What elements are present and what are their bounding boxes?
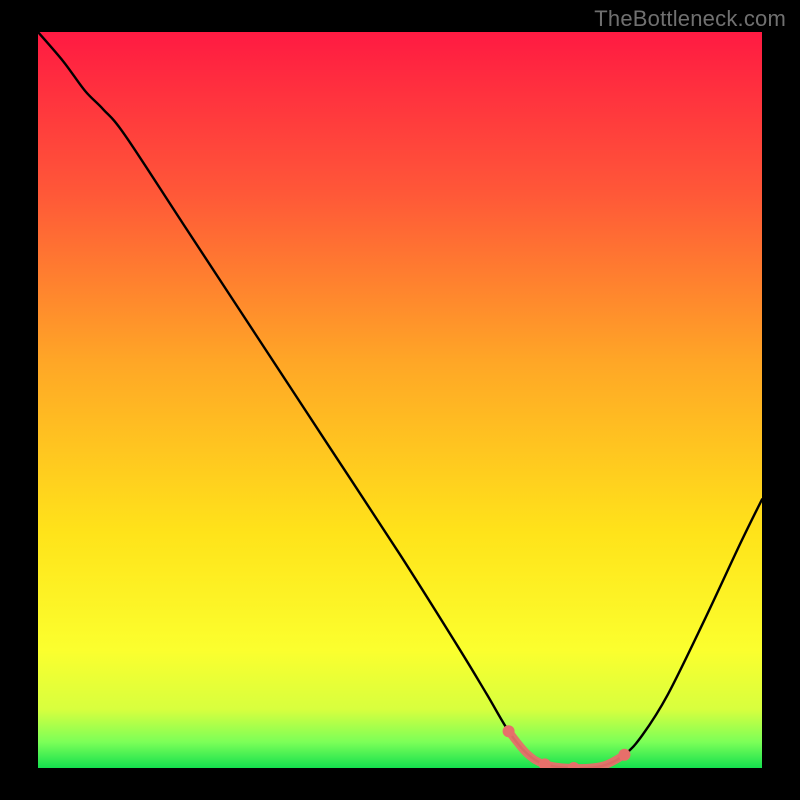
watermark-text: TheBottleneck.com [594, 6, 786, 32]
plot-background [38, 32, 762, 768]
accent-dot [503, 725, 515, 737]
accent-dot [539, 758, 551, 770]
accent-dot [618, 749, 630, 761]
chart-frame: TheBottleneck.com [0, 0, 800, 800]
accent-dot [568, 762, 580, 774]
bottleneck-curve-plot [0, 0, 800, 800]
